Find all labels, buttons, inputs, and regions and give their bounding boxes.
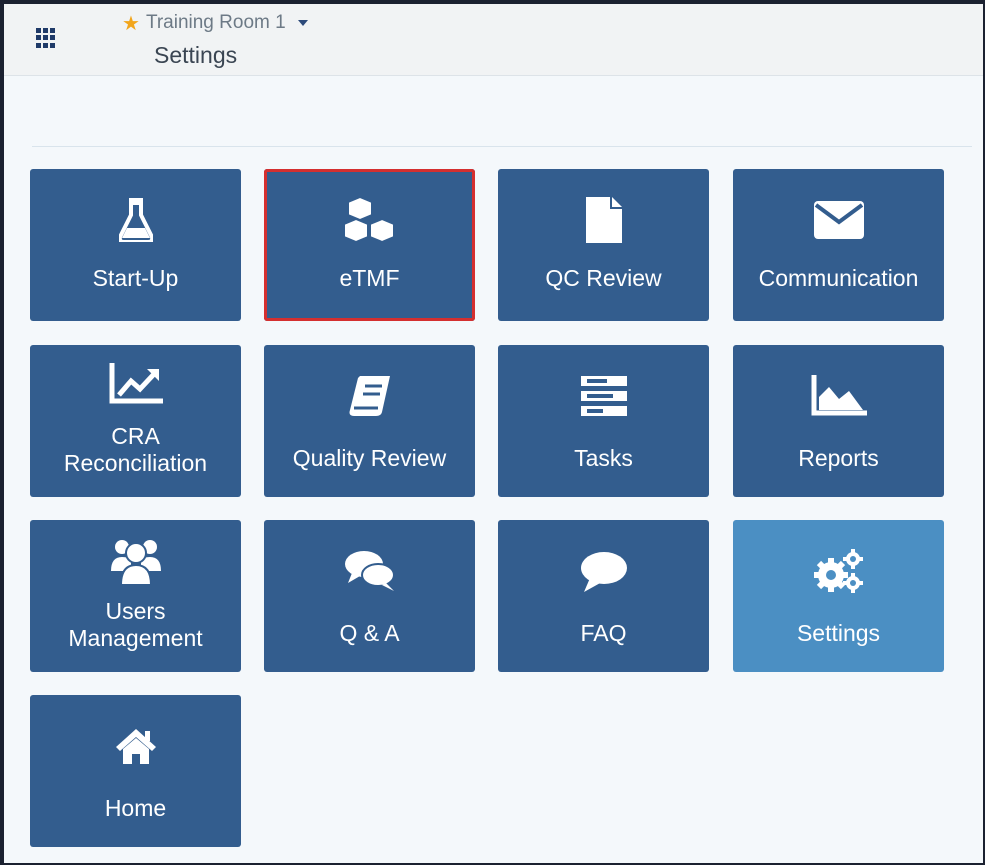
tile-label: Q & A [339,620,400,646]
book-icon [264,367,475,425]
star-icon[interactable]: ★ [122,13,140,33]
tile-start-up[interactable]: Start-Up [30,169,241,321]
tile-label: Home [104,795,167,821]
tile-cra-reconciliation[interactable]: CRA Reconciliation [30,345,241,497]
tile-users-management[interactable]: Users Management [30,520,241,672]
comments-icon [264,542,475,600]
document-icon [498,191,709,249]
area-chart-icon [733,367,944,425]
tile-faq[interactable]: FAQ [498,520,709,672]
comment-icon [498,542,709,600]
tile-tasks[interactable]: Tasks [498,345,709,497]
tile-quality-review[interactable]: Quality Review [264,345,475,497]
room-selector[interactable]: ★ Training Room 1 [122,12,308,34]
page-title: Settings [154,42,238,68]
gears-icon [733,542,944,600]
flask-icon [30,191,241,249]
tile-label: Communication [758,265,919,291]
cubes-icon [264,191,475,249]
tile-home[interactable]: Home [30,695,241,847]
tile-label: Quality Review [292,445,447,471]
tile-label-line1: CRA [111,423,160,449]
tile-label: Settings [796,620,881,646]
tile-label: FAQ [580,620,627,646]
tile-label-line2: Management [68,625,203,651]
line-chart-icon [30,359,241,409]
tile-qc-review[interactable]: QC Review [498,169,709,321]
tile-label: QC Review [545,265,662,291]
chevron-down-icon[interactable] [297,20,308,26]
tasks-list-icon [498,367,709,425]
app-window: ★ Training Room 1 Settings Start-Up eTMF… [0,0,985,865]
tile-label-line2: Reconciliation [63,450,208,476]
tile-label: eTMF [339,265,400,291]
top-header: ★ Training Room 1 Settings [4,4,983,76]
divider [32,146,972,147]
tile-q-and-a[interactable]: Q & A [264,520,475,672]
tile-communication[interactable]: Communication [733,169,944,321]
tile-label: Start-Up [92,265,179,291]
home-icon [30,717,241,775]
users-icon [30,534,241,588]
tile-label-line1: Users [105,598,166,624]
envelope-icon [733,191,944,249]
tile-label: Tasks [574,445,633,471]
tile-etmf[interactable]: eTMF [264,169,475,321]
tile-label: Reports [798,445,879,471]
apps-grid-icon[interactable] [36,28,58,48]
tile-reports[interactable]: Reports [733,345,944,497]
room-name: Training Room 1 [145,12,286,33]
tile-settings[interactable]: Settings [733,520,944,672]
